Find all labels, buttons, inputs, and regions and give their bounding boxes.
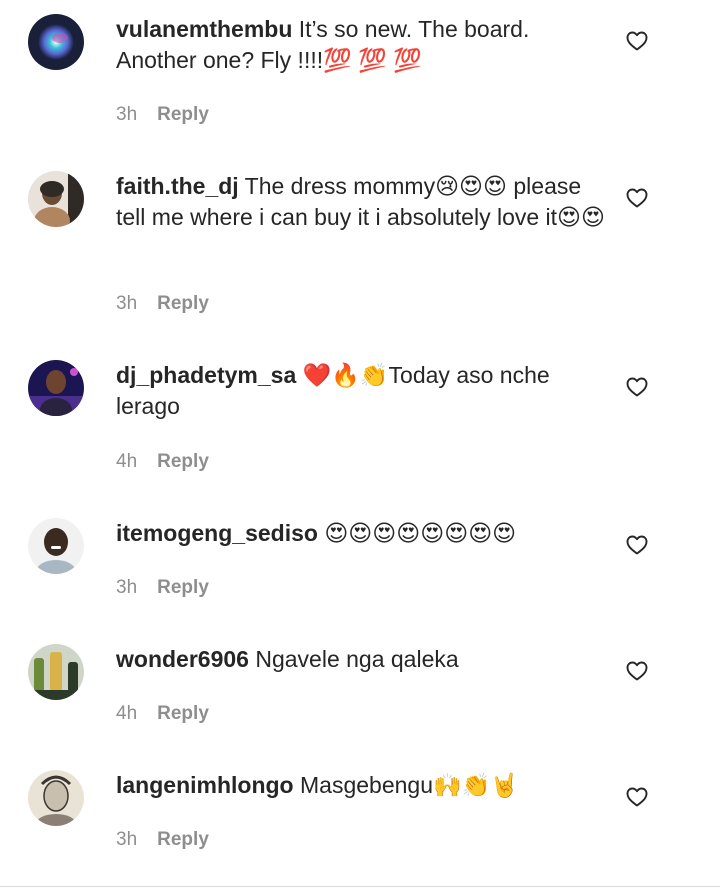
comment-meta: 3h Reply xyxy=(116,577,209,599)
comment-message: 😍😍😍😍😍😍😍😍 xyxy=(317,520,517,546)
drinks-avatar-image xyxy=(28,644,84,700)
reply-button[interactable]: Reply xyxy=(157,703,209,724)
comment-username[interactable]: faith.the_dj xyxy=(116,173,239,199)
comment-meta: 4h Reply xyxy=(116,703,209,725)
avatar[interactable] xyxy=(28,360,84,416)
smiling-man-avatar-image xyxy=(28,518,84,574)
reply-button[interactable]: Reply xyxy=(157,104,209,125)
avatar[interactable] xyxy=(28,644,84,700)
comment-text: langenimhlongo Masgebengu🙌👏🤘 xyxy=(116,770,606,801)
comment-username[interactable]: dj_phadetym_sa xyxy=(116,362,296,388)
comment-meta: 3h Reply xyxy=(116,293,209,315)
heart-outline-icon[interactable] xyxy=(625,186,649,210)
siri-orb-avatar-image xyxy=(28,14,84,70)
reply-button[interactable]: Reply xyxy=(157,829,209,850)
comment-timestamp: 3h xyxy=(116,829,138,850)
sketch-avatar-image xyxy=(28,770,84,826)
comment-message: Masgebengu🙌👏🤘 xyxy=(293,772,519,798)
avatar[interactable] xyxy=(28,171,84,227)
reply-button[interactable]: Reply xyxy=(157,293,209,314)
comment-username[interactable]: itemogeng_sediso xyxy=(116,520,318,546)
comment-timestamp: 3h xyxy=(116,577,138,598)
comment-meta: 3h Reply xyxy=(116,104,209,126)
comment-timestamp: 4h xyxy=(116,703,138,724)
comment-username[interactable]: wonder6906 xyxy=(116,646,249,672)
portrait-avatar-image xyxy=(28,171,84,227)
dj-avatar-image xyxy=(28,360,84,416)
avatar[interactable] xyxy=(28,770,84,826)
comment-text: vulanemthembu It’s so new. The board. An… xyxy=(116,14,606,76)
comment-username[interactable]: langenimhlongo xyxy=(116,772,294,798)
comment-text: dj_phadetym_sa ❤️🔥👏Today aso nche lerago xyxy=(116,360,606,422)
avatar[interactable] xyxy=(28,14,84,70)
comment-meta: 3h Reply xyxy=(116,829,209,851)
comment-timestamp: 4h xyxy=(116,451,138,472)
comment-meta: 4h Reply xyxy=(116,451,209,473)
comment-text: wonder6906 Ngavele nga qaleka xyxy=(116,644,606,675)
heart-outline-icon[interactable] xyxy=(625,785,649,809)
comment-timestamp: 3h xyxy=(116,293,138,314)
reply-button[interactable]: Reply xyxy=(157,451,209,472)
divider xyxy=(0,886,720,887)
comment-message: Ngavele nga qaleka xyxy=(248,646,459,672)
heart-outline-icon[interactable] xyxy=(625,29,649,53)
comment-username[interactable]: vulanemthembu xyxy=(116,16,292,42)
heart-outline-icon[interactable] xyxy=(625,533,649,557)
comment-text: faith.the_dj The dress mommy😢😍😍 please t… xyxy=(116,171,606,233)
comment-text: itemogeng_sediso 😍😍😍😍😍😍😍😍 xyxy=(116,518,606,549)
comment-timestamp: 3h xyxy=(116,104,138,125)
avatar[interactable] xyxy=(28,518,84,574)
reply-button[interactable]: Reply xyxy=(157,577,209,598)
heart-outline-icon[interactable] xyxy=(625,659,649,683)
heart-outline-icon[interactable] xyxy=(625,375,649,399)
